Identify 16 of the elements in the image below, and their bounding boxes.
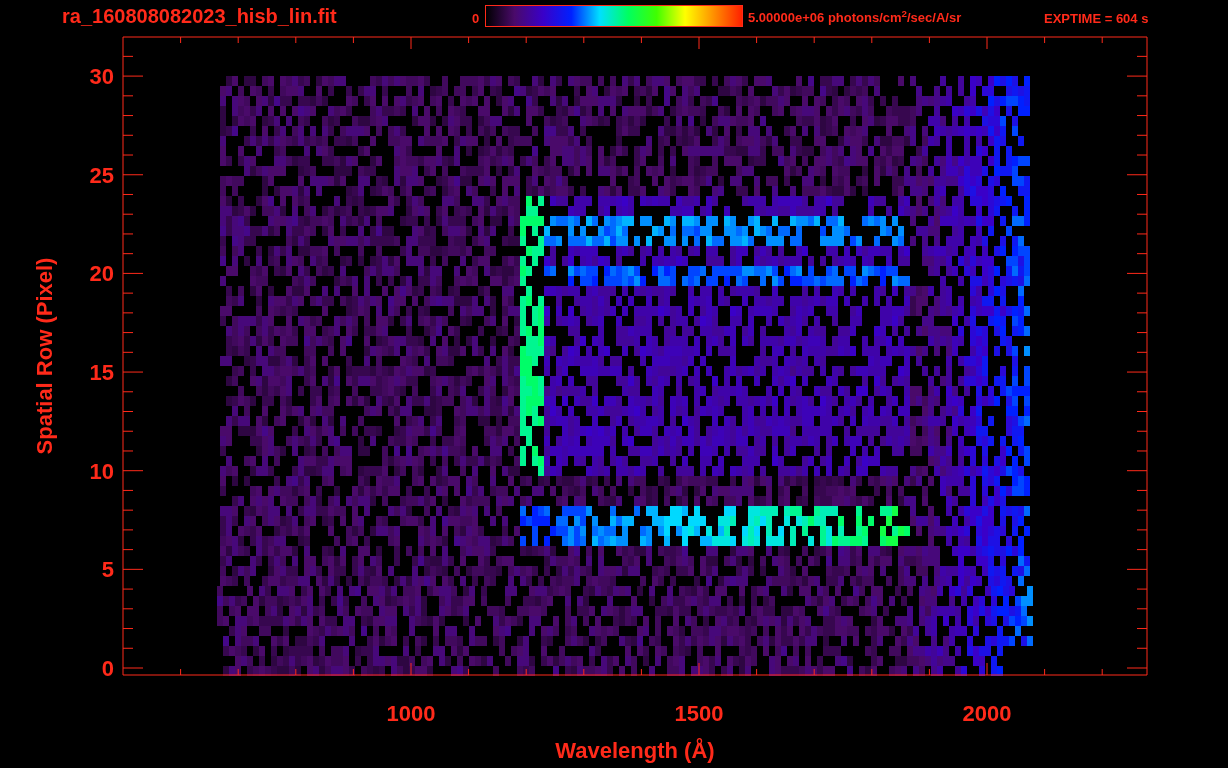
colorbar-min-label: 0: [472, 12, 480, 25]
y-tick-label: 5: [101, 557, 114, 583]
y-tick-label: 10: [89, 458, 114, 484]
colorbar-max-label: 5.00000e+06 photons/cm$^{2}$/sec/A/sr: [748, 11, 962, 24]
plot-title: ra_160808082023_hisb_lin.fit: [62, 6, 337, 26]
y-tick-label: 0: [101, 656, 114, 681]
x-axis-label: Wavelength (Å): [555, 738, 715, 763]
x-tick-label: 1000: [386, 701, 436, 726]
y-axis-label: Spatial Row (Pixel): [32, 257, 57, 455]
exptime-label: EXPTIME = 604 s: [1044, 12, 1149, 25]
y-tick-label: 20: [89, 261, 114, 287]
y-tick-label: 25: [89, 162, 114, 188]
y-tick-label: 15: [89, 360, 114, 386]
x-tick-label: 2000: [962, 701, 1012, 726]
x-tick-label: 1500: [674, 701, 724, 726]
y-tick-label: 30: [89, 64, 114, 90]
